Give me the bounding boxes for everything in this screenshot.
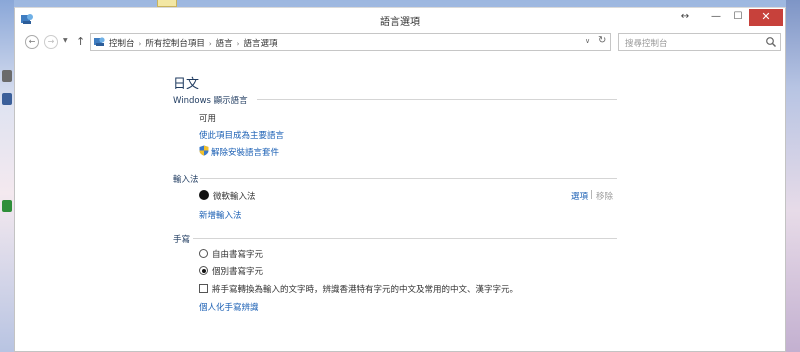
breadcrumb-separator[interactable]: › [139, 40, 142, 48]
desktop-app-icon[interactable] [2, 93, 12, 105]
minimize-button[interactable]: — [705, 9, 727, 26]
desktop-background-left [0, 0, 14, 352]
refresh-icon[interactable]: ↻ [598, 35, 606, 46]
breadcrumb-item-language-options[interactable]: 語言選項 [243, 39, 277, 49]
uninstall-language-pack-link[interactable]: 解除安裝語言套件 [211, 146, 279, 158]
navigation-bar: ← → ▼ ↑ 控制台 › 所有控制台項目 › 語言 › 語言選項 ∨ ↻ 搜尋控制台 [15, 31, 785, 54]
personalize-handwriting-link[interactable]: 個人化手寫辨識 [199, 301, 259, 313]
resize-icon[interactable]: ↔ [675, 9, 695, 26]
remove-input-method-link: 移除 [596, 192, 614, 202]
breadcrumb: 控制台 › 所有控制台項目 › 語言 › 語言選項 [109, 37, 278, 49]
page-title: 日文 [173, 77, 200, 92]
single-character-radio[interactable] [199, 266, 208, 275]
hk-character-recognition-label[interactable]: 將手寫轉換為輸入的文字時，辨識香港特有字元的中文及常用的中文、漢字字元。 [212, 283, 518, 295]
breadcrumb-separator[interactable]: › [209, 40, 212, 48]
close-button[interactable]: ✕ [749, 9, 783, 26]
breadcrumb-item-all-items[interactable]: 所有控制台項目 [145, 39, 205, 49]
main-content: 日文 Windows 顯示語言 可用 使此項目成為主要語言 解除安裝語言套件 輸… [15, 54, 785, 352]
make-primary-language-link[interactable]: 使此項目成為主要語言 [199, 129, 284, 141]
section-divider [200, 178, 617, 179]
forward-button[interactable]: → [44, 35, 58, 49]
desktop-app-icon[interactable] [2, 70, 12, 82]
desktop-folder-item[interactable] [157, 0, 177, 7]
back-button[interactable]: ← [25, 35, 39, 49]
up-button[interactable]: ↑ [76, 35, 85, 48]
section-heading-input-method: 輸入法 [173, 175, 199, 185]
display-language-status: 可用 [199, 114, 217, 124]
single-character-label[interactable]: 個別書寫字元 [212, 265, 263, 277]
breadcrumb-item-control-panel[interactable]: 控制台 [109, 39, 135, 49]
window-title: 語言選項 [380, 17, 420, 28]
section-heading-handwriting: 手寫 [173, 235, 191, 245]
title-bar[interactable]: 語言選項 ↔ — ☐ ✕ [15, 8, 785, 31]
desktop-background-right [786, 0, 800, 352]
add-input-method-link[interactable]: 新增輸入法 [199, 209, 242, 221]
action-separator: | [590, 190, 593, 200]
search-box[interactable]: 搜尋控制台 [618, 33, 781, 51]
section-divider [257, 99, 617, 100]
recent-locations-dropdown[interactable]: ▼ [63, 37, 68, 44]
input-method-options-link[interactable]: 選項 [571, 190, 588, 202]
section-divider [193, 238, 617, 239]
input-method-icon [199, 190, 209, 200]
freeform-handwriting-label[interactable]: 自由書寫字元 [212, 248, 263, 260]
maximize-button[interactable]: ☐ [727, 9, 749, 26]
hk-character-recognition-checkbox[interactable] [199, 284, 208, 293]
input-method-name: 微軟輸入法 [213, 192, 256, 202]
address-dropdown-icon[interactable]: ∨ [585, 37, 590, 45]
shield-icon [199, 145, 209, 156]
section-heading-display-language: Windows 顯示語言 [173, 96, 248, 106]
freeform-handwriting-radio[interactable] [199, 249, 208, 258]
control-panel-icon [94, 37, 105, 46]
breadcrumb-separator[interactable]: › [237, 40, 240, 48]
search-icon[interactable] [765, 36, 777, 48]
search-input[interactable]: 搜尋控制台 [625, 37, 668, 49]
desktop-excel-icon[interactable] [2, 200, 12, 212]
address-bar[interactable]: 控制台 › 所有控制台項目 › 語言 › 語言選項 ∨ ↻ [90, 33, 611, 51]
language-options-window: 語言選項 ↔ — ☐ ✕ ← → ▼ ↑ 控制台 › 所有控制台項目 › 語言 › 語言選項… [14, 7, 786, 352]
breadcrumb-item-language[interactable]: 語言 [216, 39, 233, 49]
